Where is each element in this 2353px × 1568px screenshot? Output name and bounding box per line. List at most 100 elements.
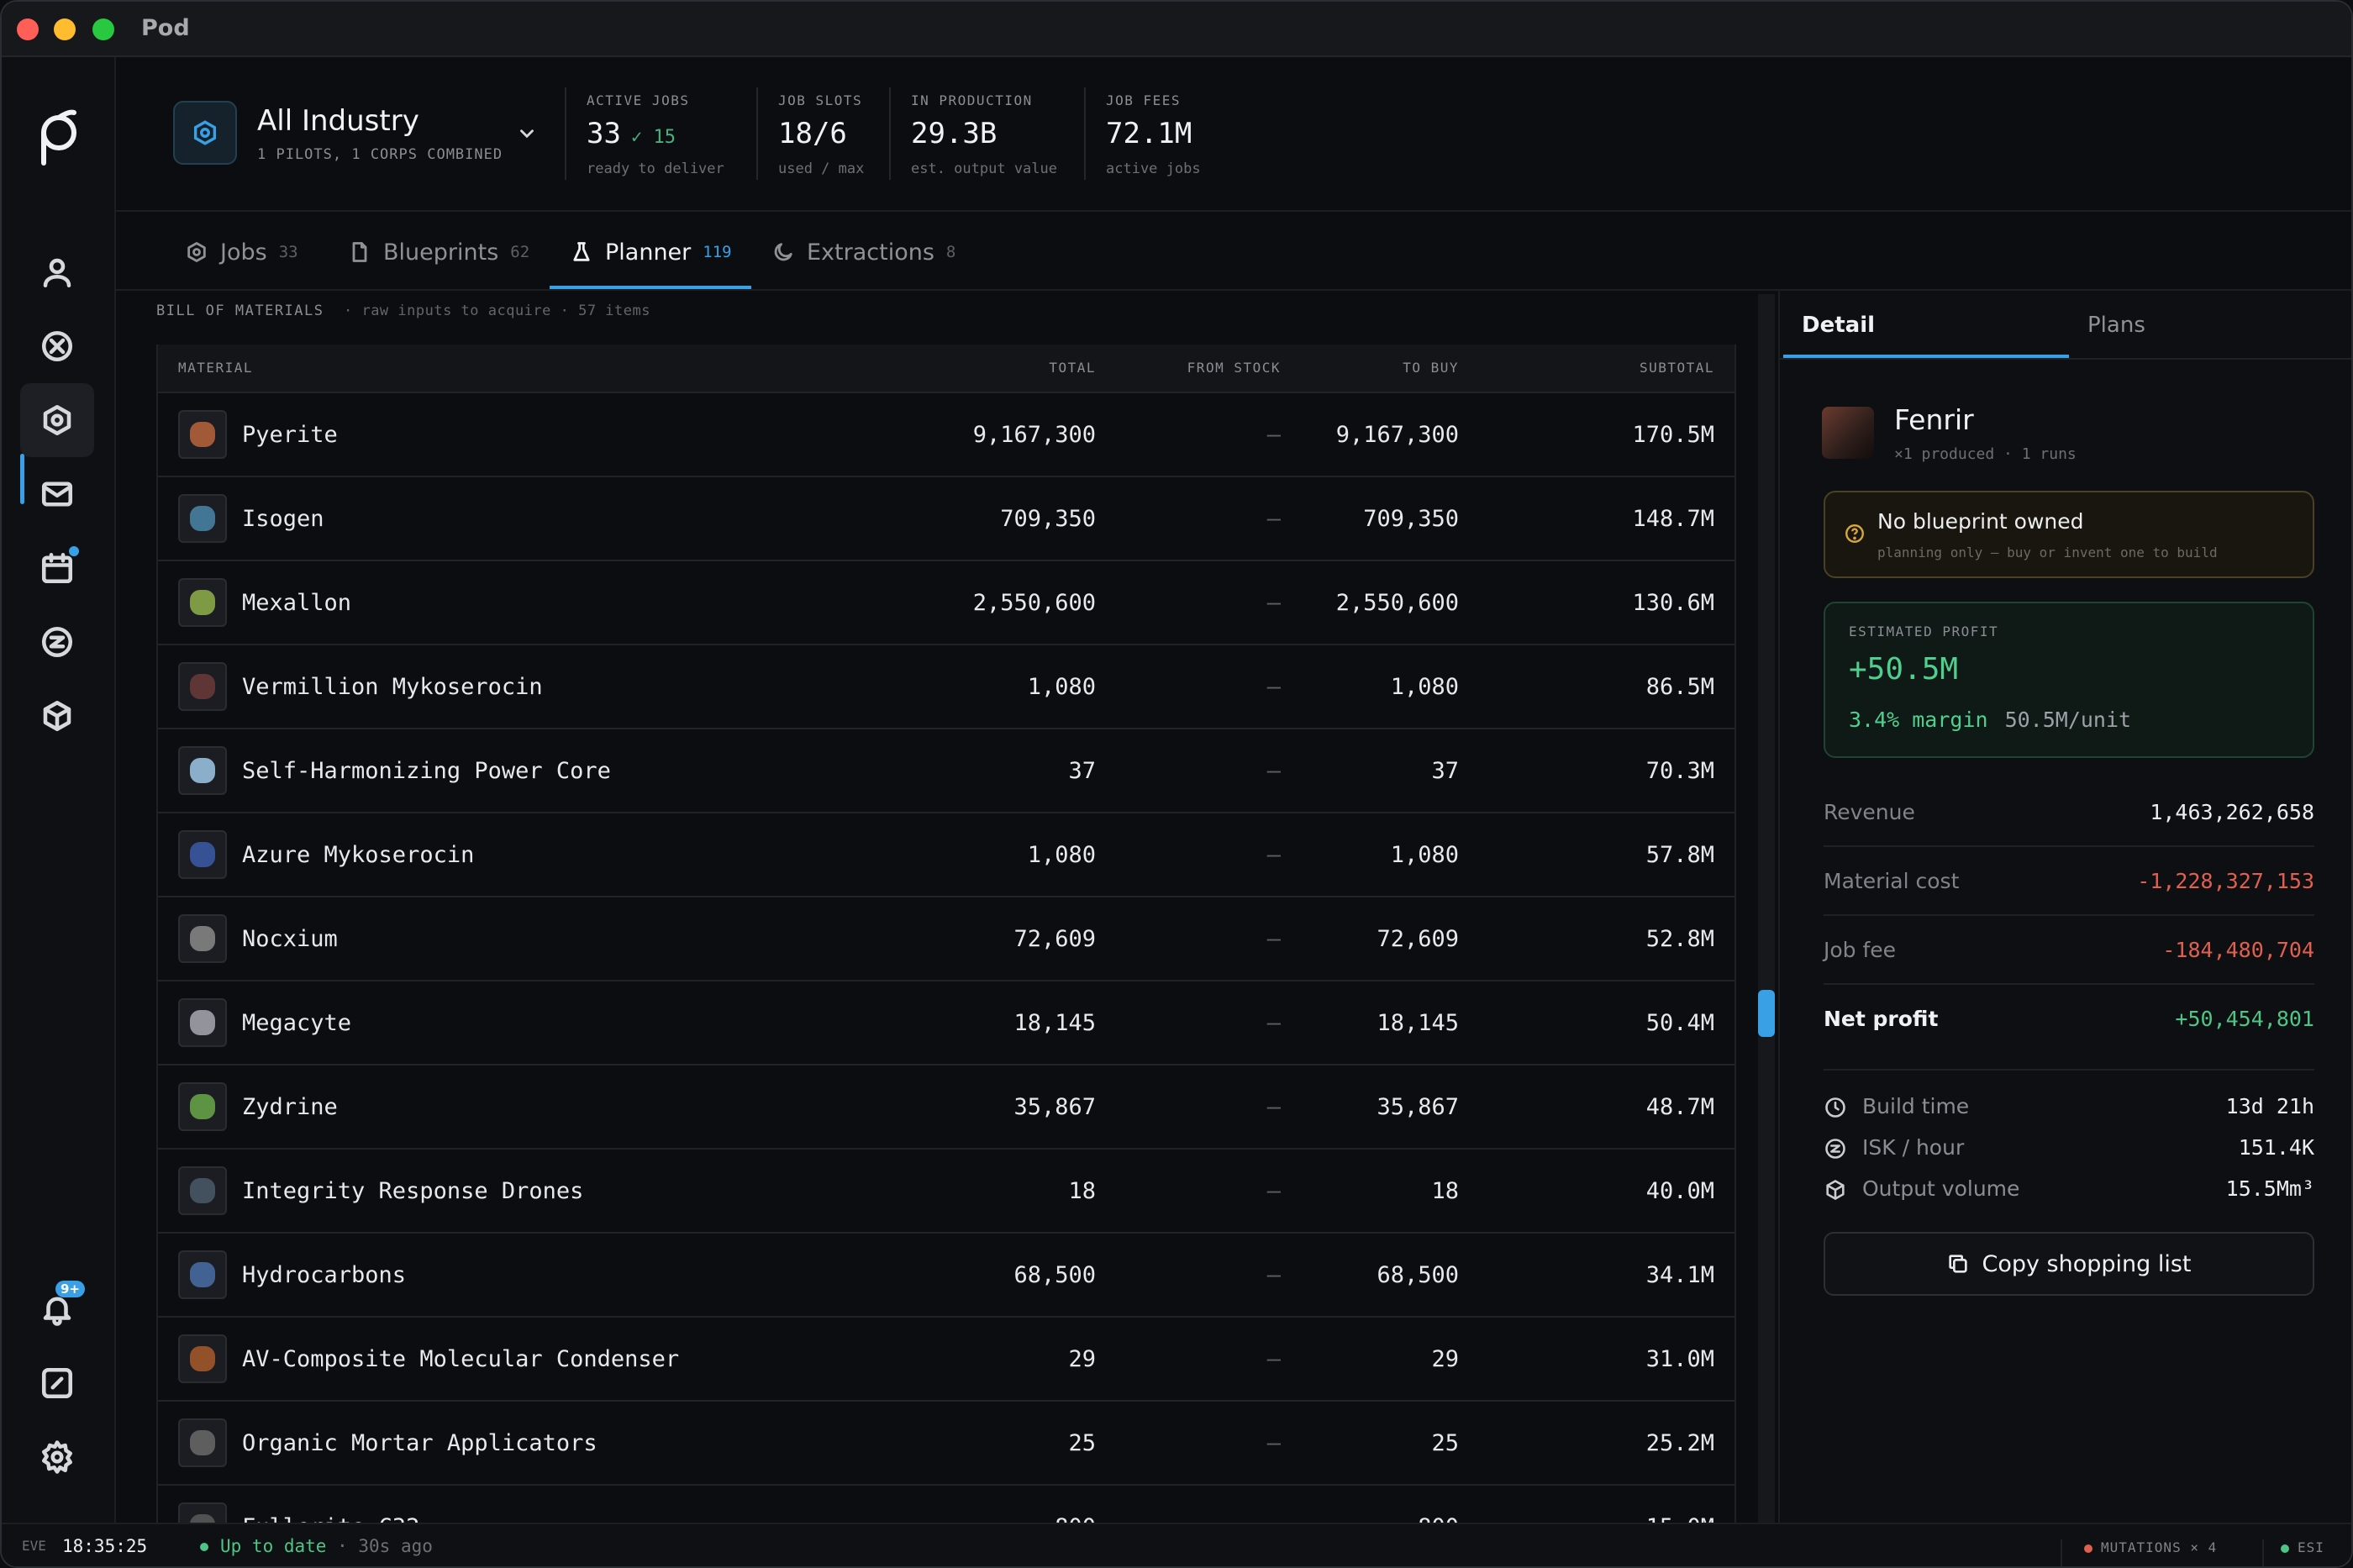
subtotal-cell: 31.0M (1645, 1346, 1714, 1372)
minimize-window-button[interactable] (54, 18, 76, 40)
chevron-down-icon[interactable] (516, 123, 538, 145)
notification-badge: 9+ (55, 1281, 86, 1297)
to-buy-cell: 25 (1431, 1430, 1459, 1456)
table-row[interactable]: Fullerite-C32 800 — 800 15.0M (158, 1484, 1734, 1523)
total-cell: 9,167,300 (972, 422, 1096, 448)
kv-value: 1,463,262,658 (2150, 800, 2314, 824)
nav-assets[interactable] (20, 679, 94, 753)
to-buy-cell: 1,080 (1390, 674, 1459, 700)
total-cell: 2,550,600 (972, 590, 1096, 616)
table-row[interactable]: Vermillion Mykoserocin 1,080 — 1,080 86.5M (158, 644, 1734, 728)
subtotal-cell: 86.5M (1645, 674, 1714, 700)
close-window-button[interactable] (17, 18, 39, 40)
material-icon (178, 1082, 227, 1131)
col-to-buy[interactable]: TO BUY (1403, 360, 1459, 376)
bom-subtitle: · raw inputs to acquire · 57 items (343, 303, 650, 319)
esi-text: ESI (2298, 1539, 2324, 1555)
nav-mail[interactable] (20, 457, 94, 531)
tab-blueprints[interactable]: Blueprints 62 (348, 213, 529, 291)
table-row[interactable]: Zydrine 35,867 — 35,867 48.7M (158, 1064, 1734, 1148)
table-row[interactable]: Mexallon 2,550,600 — 2,550,600 130.6M (158, 560, 1734, 644)
isk-icon (41, 626, 73, 658)
nav-calendar[interactable] (20, 531, 94, 605)
material-icon (178, 1250, 227, 1299)
panel-tabs: Detail Plans (1780, 291, 2351, 360)
table-row[interactable]: Azure Mykoserocin 1,080 — 1,080 57.8M (158, 812, 1734, 896)
col-subtotal[interactable]: SUBTOTAL (1640, 360, 1714, 376)
total-cell: 68,500 (1013, 1262, 1096, 1288)
divider (1824, 1069, 2314, 1071)
kv-label: Material cost (1824, 869, 1960, 893)
tab-planner[interactable]: Planner 119 (570, 213, 732, 291)
material-icon (178, 830, 227, 879)
revenue-row: Revenue 1,463,262,658 (1824, 778, 2314, 847)
table-row[interactable]: Megacyte 18,145 — 18,145 50.4M (158, 980, 1734, 1064)
material-name: Nocxium (242, 926, 338, 952)
metric-value: 13d 21h (2225, 1094, 2314, 1118)
material-cost-row: Material cost -1,228,327,153 (1824, 847, 2314, 916)
table-row[interactable]: Isogen 709,350 — 709,350 148.7M (158, 476, 1734, 560)
nav-wallet[interactable] (20, 605, 94, 679)
total-cell: 18 (1068, 1178, 1096, 1204)
nav-settings[interactable] (20, 1420, 94, 1494)
to-buy-cell: 72,609 (1377, 926, 1459, 952)
sidebar-rail: 9+ (2, 57, 116, 1523)
detail-panel: Detail Plans Fenrir ×1 produced · 1 runs… (1778, 291, 2351, 1523)
title-bar: Pod (2, 2, 2351, 57)
to-buy-cell: 37 (1431, 758, 1459, 784)
scrollbar-thumb[interactable] (1758, 990, 1775, 1037)
copy-shopping-list-button[interactable]: Copy shopping list (1824, 1232, 2314, 1296)
output-volume-row: Output volume 15.5Mm³ (1824, 1173, 2314, 1215)
table-row[interactable]: Organic Mortar Applicators 25 — 25 25.2M (158, 1400, 1734, 1484)
stat-label: JOB SLOTS (778, 92, 863, 108)
zoom-window-button[interactable] (92, 18, 114, 40)
tab-count: 33 (278, 243, 298, 261)
material-icon (178, 578, 227, 627)
material-icon (178, 914, 227, 963)
corp-name[interactable]: All Industry (257, 104, 419, 138)
app-window: Pod 9+ All Industry 1 PILOTS, 1 CORPS CO… (0, 0, 2353, 1568)
nav-characters[interactable] (20, 235, 94, 309)
copy-icon (1949, 1255, 1968, 1273)
kv-value: -184,480,704 (2162, 938, 2314, 962)
from-stock-cell: — (1266, 674, 1281, 700)
mutations-indicator[interactable]: MUTATIONS × 4 (2061, 1539, 2217, 1566)
material-name: Vermillion Mykoserocin (242, 674, 543, 700)
subtotal-cell: 148.7M (1632, 506, 1714, 532)
pod-logo-icon[interactable] (35, 108, 82, 168)
tab-jobs[interactable]: Jobs 33 (185, 213, 298, 291)
user-icon (43, 258, 71, 288)
subtotal-cell: 130.6M (1632, 590, 1714, 616)
ready-count: ✓ 15 (630, 127, 676, 148)
esi-indicator[interactable]: ESI (2262, 1539, 2324, 1566)
nav-dashboard[interactable] (20, 1346, 94, 1420)
total-cell: 25 (1068, 1430, 1096, 1456)
table-row[interactable]: Hydrocarbons 68,500 — 68,500 34.1M (158, 1232, 1734, 1316)
col-from-stock[interactable]: FROM STOCK (1187, 360, 1281, 376)
table-row[interactable]: Pyerite 9,167,300 — 9,167,300 170.5M (158, 392, 1734, 476)
col-material[interactable]: MATERIAL (178, 360, 253, 376)
panel-tab-indicator (1783, 355, 2069, 358)
table-row[interactable]: Self-Harmonizing Power Core 37 — 37 70.3M (158, 728, 1734, 812)
corp-selector-icon[interactable] (173, 101, 237, 165)
tab-extractions[interactable]: Extractions 8 (771, 213, 955, 291)
kv-label: Job fee (1824, 938, 1897, 962)
subtotal-cell: 40.0M (1645, 1178, 1714, 1204)
tab-detail[interactable]: Detail (1802, 313, 1875, 338)
table-row[interactable]: Nocxium 72,609 — 72,609 52.8M (158, 896, 1734, 980)
nav-combat[interactable] (20, 309, 94, 383)
table-row[interactable]: AV-Composite Molecular Condenser 29 — 29 31.… (158, 1316, 1734, 1400)
tab-count: 62 (510, 243, 530, 261)
stat-label: JOB FEES (1106, 92, 1182, 108)
warning-subtitle: planning only — buy or invent one to bui… (1877, 545, 2218, 560)
material-name: Megacyte (242, 1010, 352, 1036)
sync-status[interactable]: Up to date · 30s ago (200, 1536, 433, 1556)
stat-label: ACTIVE JOBS (587, 92, 690, 108)
nav-industry[interactable] (20, 383, 94, 457)
tab-plans[interactable]: Plans (2087, 313, 2145, 338)
col-total[interactable]: TOTAL (1049, 360, 1096, 376)
from-stock-cell: — (1266, 590, 1281, 616)
scrollbar-track[interactable] (1758, 294, 1775, 1523)
table-row[interactable]: Integrity Response Drones 18 — 18 40.0M (158, 1148, 1734, 1232)
total-cell: 1,080 (1027, 842, 1096, 868)
